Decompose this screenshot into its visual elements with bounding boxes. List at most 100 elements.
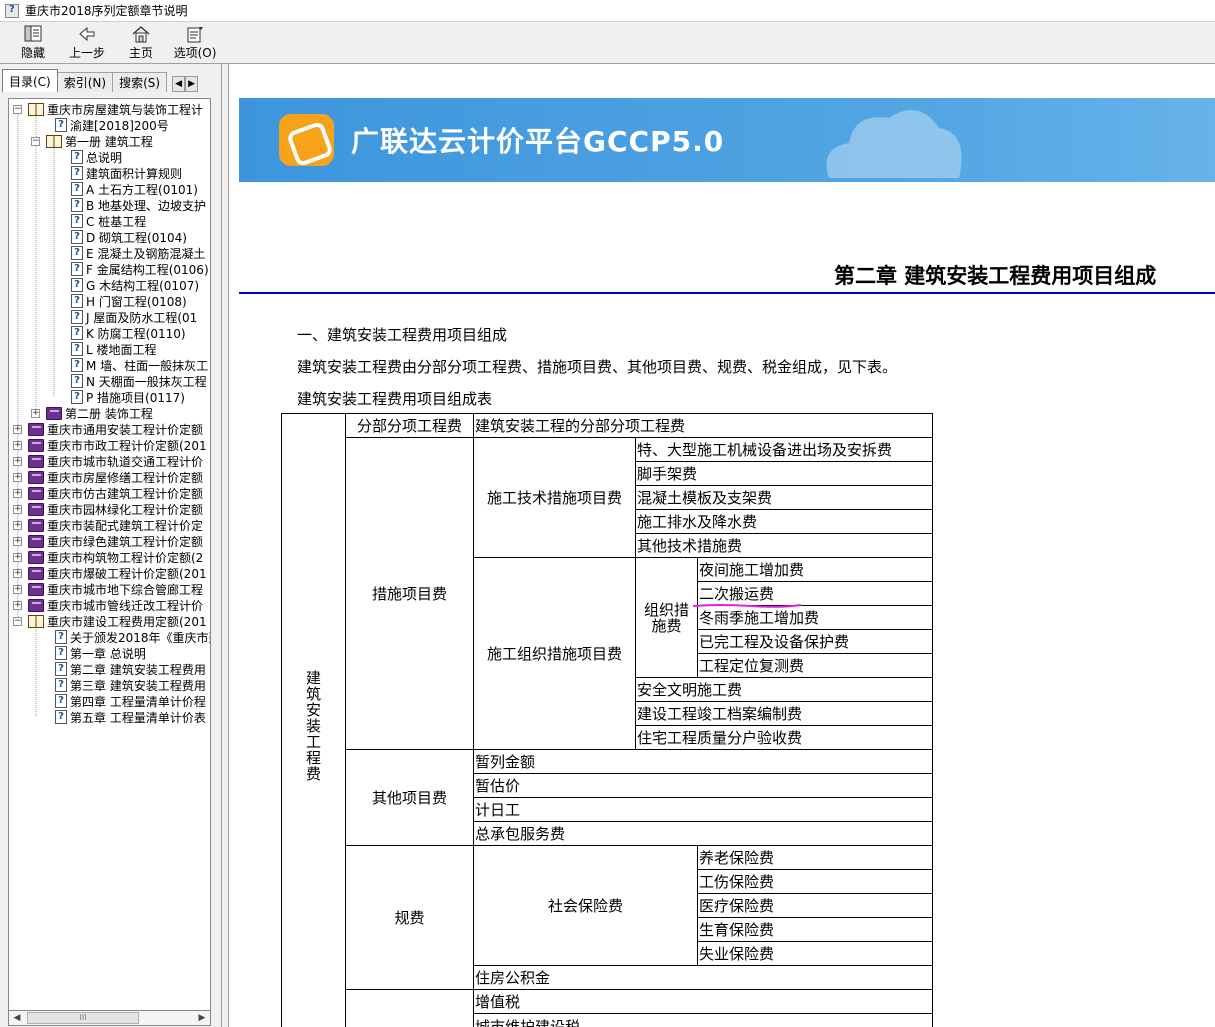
help-topic-icon: ?: [71, 310, 83, 324]
tree-node[interactable]: + 重庆市城市地下综合管廊工程: [13, 581, 203, 597]
tab-contents[interactable]: 目录(C): [2, 69, 58, 92]
tab-scroll-left-icon[interactable]: ◀: [172, 76, 186, 92]
tree-node-label: J 屋面及防水工程(01: [86, 310, 198, 325]
back-button[interactable]: 上一步: [60, 22, 114, 63]
chapter-title: 第二章 建筑安装工程费用项目组成: [834, 263, 1157, 288]
scroll-left-arrow-icon[interactable]: ◀: [9, 1011, 25, 1025]
tree-node-label: H 门窗工程(0108): [86, 294, 187, 309]
expand-icon[interactable]: +: [13, 600, 22, 610]
tree-node[interactable]: + 重庆市城市轨道交通工程计价: [13, 453, 203, 469]
tab-index[interactable]: 索引(N): [56, 72, 114, 92]
qita-cell: 其他项目费: [345, 749, 474, 846]
closed-book-icon: [28, 502, 44, 516]
tree-node[interactable]: ? A 土石方工程(0101): [71, 181, 198, 197]
tree-node[interactable]: + 重庆市房屋修缮工程计价定额: [13, 469, 203, 485]
tree-node[interactable]: − 重庆市建设工程费用定额(201: [13, 613, 207, 629]
tree-node-label: 第二册 装饰工程: [65, 406, 153, 421]
tree-node[interactable]: + 重庆市构筑物工程计价定额(2: [13, 549, 203, 565]
shebao-cell: 社会保险费: [473, 845, 698, 966]
expand-icon[interactable]: +: [13, 504, 22, 514]
tree-node[interactable]: ? 第三章 建筑安装工程费用: [55, 677, 206, 693]
tree-node[interactable]: + 重庆市仿古建筑工程计价定额: [13, 485, 203, 501]
tree-node[interactable]: ? F 金属结构工程(0106): [71, 261, 209, 277]
tree-node[interactable]: ? 总说明: [71, 149, 122, 165]
closed-book-icon: [28, 422, 44, 436]
expand-icon[interactable]: +: [13, 520, 22, 530]
help-topic-icon: ?: [55, 710, 67, 724]
tree-node-label: E 混凝土及钢筋混凝土: [86, 246, 206, 261]
tree-horizontal-scrollbar[interactable]: ◀ ▶ III: [8, 1010, 211, 1026]
expand-icon[interactable]: +: [13, 536, 22, 546]
tree-node-label: 重庆市城市管线迁改工程计价: [47, 598, 204, 613]
scroll-thumb[interactable]: III: [27, 1012, 139, 1024]
help-topic-icon: ?: [71, 278, 83, 292]
tree-node[interactable]: ? 第二章 建筑安装工程费用: [55, 661, 206, 677]
tree-node[interactable]: ? H 门窗工程(0108): [71, 293, 187, 309]
tree-node[interactable]: + 重庆市市政工程计价定额(201: [13, 437, 207, 453]
tree-node[interactable]: + 第二册 装饰工程: [31, 405, 153, 421]
tree-node[interactable]: + 重庆市装配式建筑工程计价定: [13, 517, 203, 533]
tree-node-label: 重庆市城市轨道交通工程计价: [47, 454, 204, 469]
expand-icon[interactable]: +: [13, 488, 22, 498]
expand-icon[interactable]: +: [13, 424, 22, 434]
help-topic-icon: ?: [71, 358, 83, 372]
tree-node[interactable]: ? 关于颁发2018年《重庆市建: [55, 629, 210, 645]
expand-icon[interactable]: +: [13, 472, 22, 482]
tree-node[interactable]: ? C 桩基工程: [71, 213, 146, 229]
tree-node[interactable]: ? 建筑面积计算规则: [71, 165, 182, 181]
hide-button[interactable]: 隐藏: [6, 22, 60, 63]
cloud-decoration-icon: [826, 110, 962, 178]
tree-node[interactable]: ? 第四章 工程量清单计价程: [55, 693, 206, 709]
scroll-right-arrow-icon[interactable]: ▶: [194, 1011, 210, 1025]
tree-node-label: C 桩基工程: [86, 214, 147, 229]
tree-node[interactable]: + 重庆市通用安装工程计价定额: [13, 421, 203, 437]
expand-icon[interactable]: +: [13, 440, 22, 450]
help-topic-icon: ?: [55, 646, 67, 660]
zuzhi-cell: 组织措施费: [635, 557, 698, 678]
help-topic-icon: ?: [71, 230, 83, 244]
tree-node-label: 第一册 建筑工程: [65, 134, 153, 149]
expand-icon[interactable]: +: [13, 584, 22, 594]
tree-node[interactable]: + 重庆市城市管线迁改工程计价: [13, 597, 203, 613]
tree-node-label: 重庆市房屋建筑与装饰工程计: [47, 102, 204, 117]
expand-icon[interactable]: +: [31, 408, 40, 418]
tree-node[interactable]: + 重庆市园林绿化工程计价定额: [13, 501, 203, 517]
content-pane: 广联达云计价平台GCCP5.0 第二章 建筑安装工程费用项目组成 一、建筑安装工…: [228, 64, 1215, 1027]
tree-node[interactable]: ? D 砌筑工程(0104): [71, 229, 187, 245]
contents-tree[interactable]: − 重庆市房屋建筑与装饰工程计? 渝建[2018]200号 − 第一册 建筑工程? 总说明…: [8, 98, 211, 1026]
tree-node[interactable]: ? K 防腐工程(0110): [71, 325, 186, 341]
tree-node[interactable]: ? E 混凝土及钢筋混凝土: [71, 245, 205, 261]
home-button[interactable]: 主页: [114, 22, 168, 63]
closed-book-icon: [28, 598, 44, 612]
tree-node[interactable]: ? J 屋面及防水工程(01: [71, 309, 197, 325]
expand-icon[interactable]: +: [13, 552, 22, 562]
collapse-icon[interactable]: −: [31, 136, 40, 146]
tab-search[interactable]: 搜索(S): [112, 72, 168, 92]
tree-node[interactable]: ? G 木结构工程(0107): [71, 277, 199, 293]
tree-node[interactable]: ? 渝建[2018]200号: [55, 117, 169, 133]
closed-book-icon: [28, 486, 44, 500]
chapter-divider: [239, 292, 1215, 294]
tree-node[interactable]: ? B 地基处理、边坡支护: [71, 197, 206, 213]
window-title: 重庆市2018序列定额章节说明: [25, 4, 188, 18]
tree-node[interactable]: − 重庆市房屋建筑与装饰工程计: [13, 101, 203, 117]
tree-node[interactable]: ? N 天棚面一般抹灰工程: [71, 373, 207, 389]
tree-node[interactable]: ? M 墙、柱面一般抹灰工: [71, 357, 208, 373]
tree-node[interactable]: ? L 楼地面工程: [71, 341, 157, 357]
tree-node[interactable]: ? P 措施项目(0117): [71, 389, 185, 405]
tech-item-cell: 施工排水及降水费: [635, 509, 933, 534]
tree-node-label: 第三章 建筑安装工程费用: [70, 678, 206, 693]
tree-node[interactable]: + 重庆市爆破工程计价定额(201: [13, 565, 207, 581]
expand-icon[interactable]: +: [13, 456, 22, 466]
collapse-icon[interactable]: −: [13, 616, 22, 626]
options-button[interactable]: 选项(O): [168, 22, 222, 63]
tree-node[interactable]: − 第一册 建筑工程: [31, 133, 153, 149]
tree-node[interactable]: ? 第五章 工程量清单计价表: [55, 709, 206, 725]
tree-node[interactable]: + 重庆市绿色建筑工程计价定额: [13, 533, 203, 549]
tree-node-label: 第四章 工程量清单计价程: [70, 694, 206, 709]
collapse-icon[interactable]: −: [13, 104, 22, 114]
zuzhi-item-cell: 夜间施工增加费: [697, 557, 933, 582]
tree-node[interactable]: ? 第一章 总说明: [55, 645, 146, 661]
expand-icon[interactable]: +: [13, 568, 22, 578]
tab-scroll-right-icon[interactable]: ▶: [185, 76, 199, 92]
